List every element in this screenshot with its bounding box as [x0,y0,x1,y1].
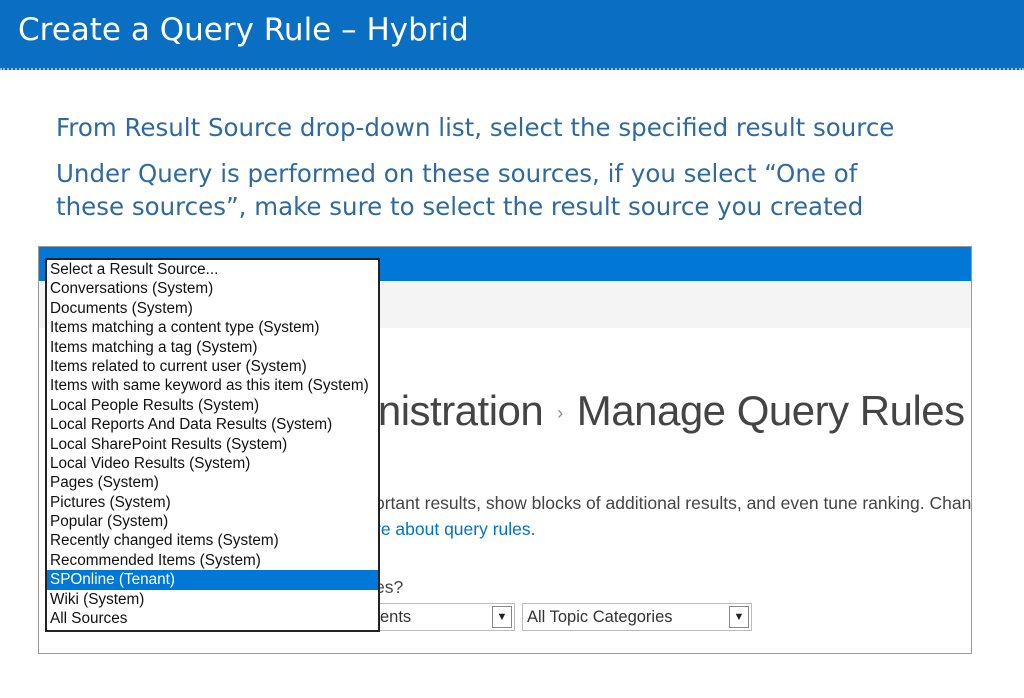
learn-more-line: re about query rules. [375,519,536,540]
learn-more-link[interactable]: re about query rules [375,519,531,539]
bullet-query-sources: Under Query is performed on these source… [56,157,863,223]
result-source-option[interactable]: Items with same keyword as this item (Sy… [47,376,378,395]
result-source-option[interactable]: Select a Result Source... [47,260,378,279]
bullet-query-sources-line-2: these sources”, make sure to select the … [56,192,864,221]
breadcrumb-administration[interactable]: inistration [369,387,544,434]
result-source-option[interactable]: Local People Results (System) [47,396,378,415]
result-source-option[interactable]: Items matching a tag (System) [47,338,378,357]
breadcrumb-manage-query-rules: Manage Query Rules [576,387,965,434]
result-source-option[interactable]: Recommended Items (System) [47,551,378,570]
context-select-value: ents [380,608,412,626]
result-source-option[interactable]: Recently changed items (System) [47,531,378,550]
breadcrumb-separator-icon: › [557,403,563,424]
page-title: inistration › Manage Query Rules [369,387,965,435]
result-source-option[interactable]: Local Reports And Data Results (System) [47,415,378,434]
learn-more-suffix: . [530,519,536,539]
result-source-dropdown-list[interactable]: Select a Result Source... Conversations (… [45,258,380,632]
bullet-result-source: From Result Source drop-down list, selec… [56,113,895,142]
result-source-option[interactable]: Wiki (System) [47,590,378,609]
slide-title-bar: Create a Query Rule – Hybrid [0,0,1024,70]
result-source-option[interactable]: Conversations (System) [47,279,378,298]
topic-categories-select-value: All Topic Categories [527,608,673,626]
result-source-option[interactable]: Documents (System) [47,299,378,318]
bullet-query-sources-line-1: Under Query is performed on these source… [56,159,858,188]
result-source-option[interactable]: All Sources [47,609,378,628]
result-source-option[interactable]: Items matching a content type (System) [47,318,378,337]
result-source-option[interactable]: Local SharePoint Results (System) [47,435,378,454]
topic-categories-select[interactable]: All Topic Categories ▼ [522,603,752,631]
page-description: ortant results, show blocks of additiona… [375,493,972,513]
result-source-option[interactable]: Pages (System) [47,473,378,492]
result-source-option[interactable]: Local Video Results (System) [47,454,378,473]
result-source-option[interactable]: SPOnline (Tenant) [47,570,378,590]
chevron-down-icon[interactable]: ▼ [729,606,749,628]
result-source-option[interactable]: Popular (System) [47,512,378,531]
chevron-down-icon[interactable]: ▼ [492,606,512,628]
result-source-option[interactable]: Pictures (System) [47,493,378,512]
result-source-option[interactable]: Items related to current user (System) [47,357,378,376]
slide-title: Create a Query Rule – Hybrid [18,12,469,48]
